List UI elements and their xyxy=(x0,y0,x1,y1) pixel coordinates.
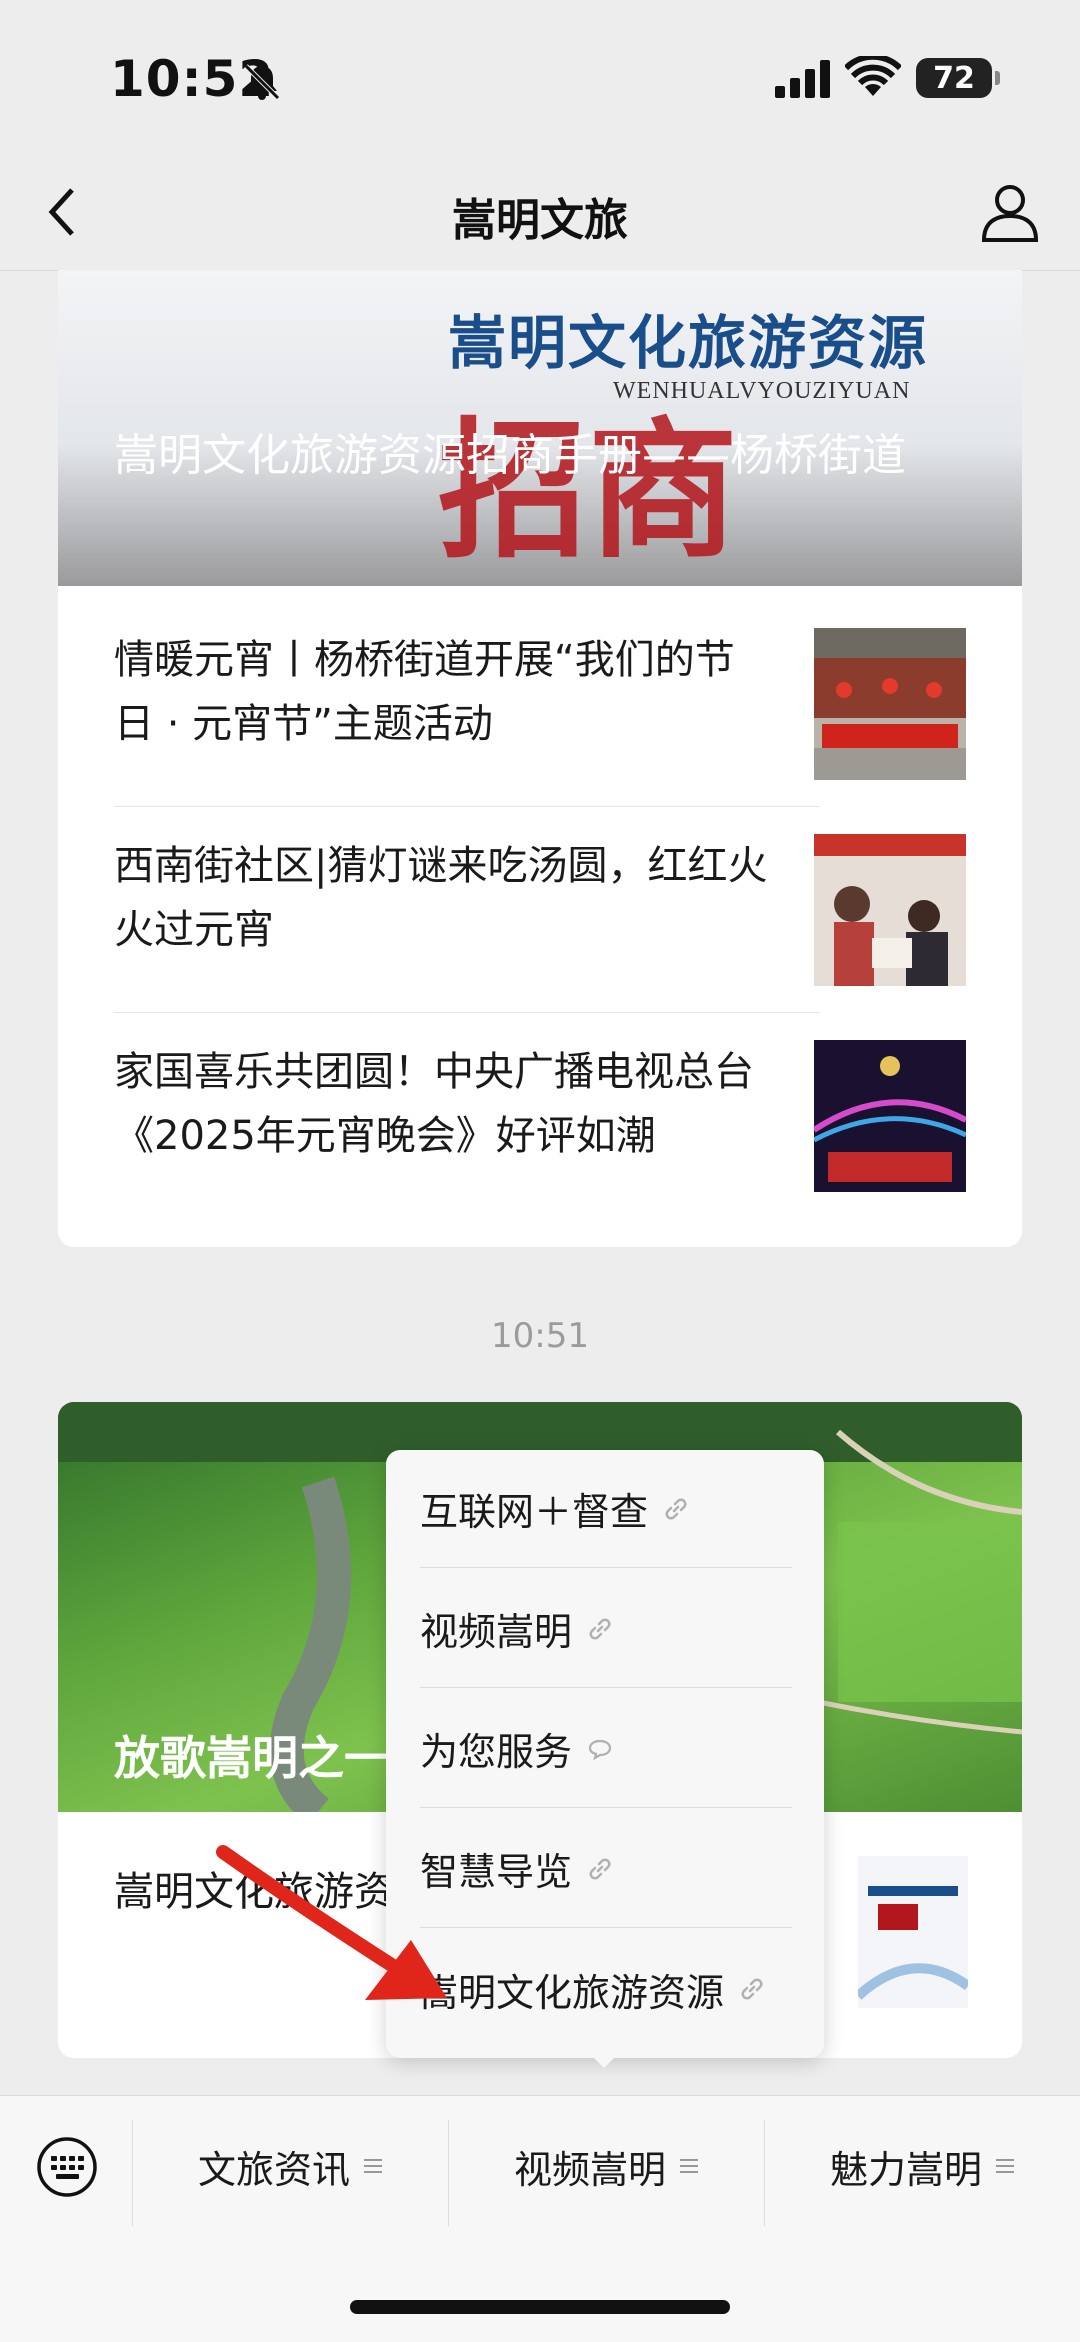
bell-muted-icon xyxy=(244,64,280,100)
menu-lines-icon xyxy=(996,2159,1014,2173)
menu-item-service[interactable]: 为您服务 xyxy=(420,1690,792,1808)
article-list-item[interactable]: 情暖元宵丨杨桥街道开展“我们的节日 · 元宵节”主题活动 xyxy=(114,628,1022,834)
article-banner[interactable]: 招商 嵩明文化旅游资源 WENHUALVYOUZIYUAN 嵩明文化旅游资源招商… xyxy=(58,270,1022,586)
status-bar: 10:52 72 xyxy=(0,0,1080,160)
tab-charm[interactable]: 魅力嵩明 xyxy=(765,2116,1079,2216)
menu-item-label: 互联网＋督查 xyxy=(420,1490,649,1534)
article-thumbnail xyxy=(814,834,966,986)
article-thumbnail xyxy=(858,1856,968,2008)
tab-label: 视频嵩明 xyxy=(513,2147,666,2192)
banner-article-title: 放歌嵩明之一 xyxy=(114,1731,390,1785)
keyboard-icon[interactable] xyxy=(36,2136,98,2198)
menu-lines-icon xyxy=(680,2159,698,2173)
menu-item-internet-supervision[interactable]: 互联网＋督查 xyxy=(420,1450,792,1568)
tab-label: 文旅资讯 xyxy=(197,2147,350,2192)
menu-item-smart-guide[interactable]: 智慧导览 xyxy=(420,1810,792,1928)
banner-subheading: WENHUALVYOUZIYUAN xyxy=(613,378,911,404)
wifi-icon xyxy=(845,56,901,96)
tab-news[interactable]: 文旅资讯 xyxy=(133,2116,447,2216)
tab-label: 魅力嵩明 xyxy=(829,2147,982,2192)
article-card: 招商 嵩明文化旅游资源 WENHUALVYOUZIYUAN 嵩明文化旅游资源招商… xyxy=(58,270,1022,1247)
nav-bar: 嵩明文旅 xyxy=(0,160,1080,271)
link-icon xyxy=(589,1618,611,1639)
banner-heading: 嵩明文化旅游资源 xyxy=(448,309,929,377)
menu-lines-icon xyxy=(364,2159,382,2173)
link-icon xyxy=(589,1858,611,1879)
message-timestamp: 10:51 xyxy=(491,1316,589,1356)
page-title: 嵩明文旅 xyxy=(452,195,628,246)
menu-item-label: 视频嵩明 xyxy=(420,1610,573,1654)
user-profile-icon[interactable] xyxy=(980,180,1040,244)
article-thumbnail xyxy=(814,628,966,780)
article-list-item[interactable]: 西南街社区|猜灯谜来吃汤圆，红红火火过元宵 xyxy=(114,834,1022,1040)
article-title: 情暖元宵丨杨桥街道开展“我们的节日 · 元宵节”主题活动 xyxy=(114,637,735,747)
battery-indicator: 72 xyxy=(916,58,1000,98)
divider xyxy=(114,806,820,807)
menu-item-label: 为您服务 xyxy=(420,1730,573,1774)
article-title: 家国喜乐共团圆！中央广播电视总台《2025年元宵晚会》好评如潮 xyxy=(114,1049,754,1159)
article-thumbnail xyxy=(814,1040,966,1192)
cellular-signal-icon xyxy=(775,60,830,98)
banner-article-title: 嵩明文化旅游资源招商手册——杨桥街道 xyxy=(114,430,906,481)
divider xyxy=(114,1012,820,1013)
popup-pointer xyxy=(586,2050,622,2068)
link-icon xyxy=(665,1498,687,1519)
tab-video[interactable]: 视频嵩明 xyxy=(449,2116,763,2216)
home-indicator xyxy=(350,2300,730,2314)
annotation-arrow xyxy=(216,1845,447,2000)
menu-item-tourism-resources[interactable]: 嵩明文化旅游资源 xyxy=(420,1930,792,2048)
chat-bubble-icon xyxy=(588,1739,612,1760)
menu-item-video-songming[interactable]: 视频嵩明 xyxy=(420,1570,792,1688)
article-list-item[interactable]: 家国喜乐共团圆！中央广播电视总台《2025年元宵晚会》好评如潮 xyxy=(114,1040,1022,1246)
link-icon xyxy=(741,1978,763,2000)
article-title: 西南街社区|猜灯谜来吃汤圆，红红火火过元宵 xyxy=(114,843,768,953)
